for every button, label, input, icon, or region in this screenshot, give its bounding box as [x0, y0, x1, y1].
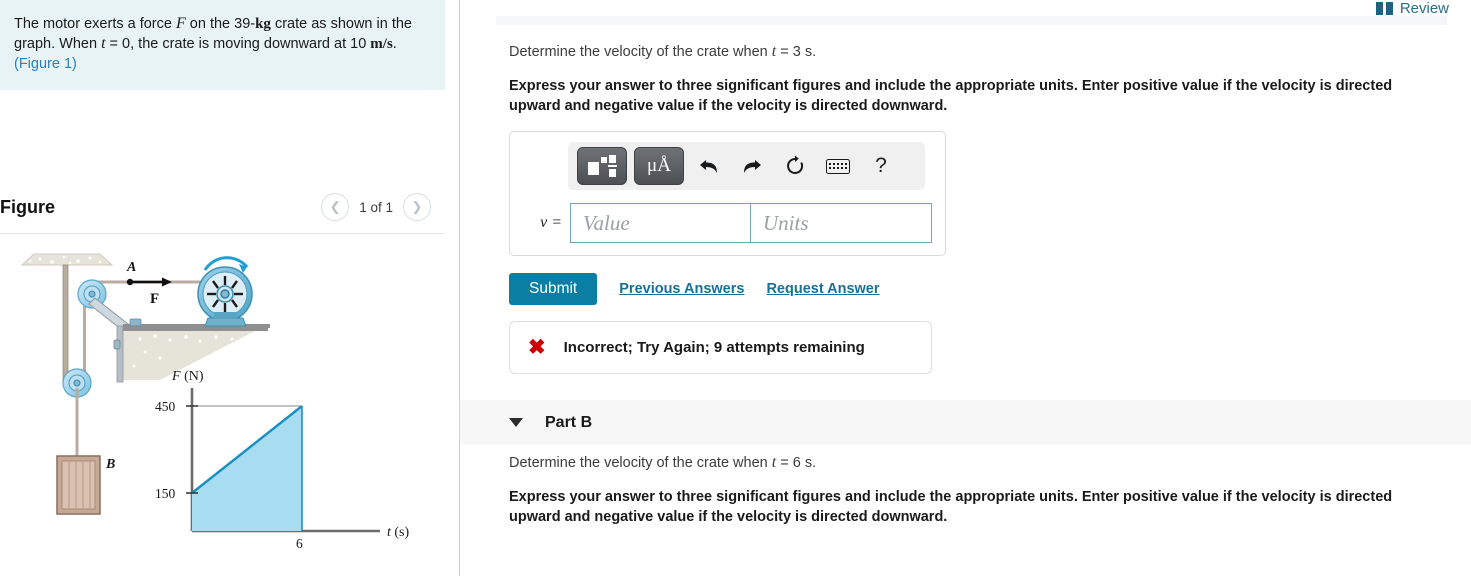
right-panel: Review Determine the velocity of the cra… [460, 0, 1471, 576]
micro-angstrom-units-icon[interactable]: μÅ [634, 147, 684, 185]
part-a-question: Determine the velocity of the crate when… [509, 42, 1447, 62]
problem-text-period: . [392, 36, 397, 52]
chevron-left-icon[interactable]: ❮ [321, 193, 350, 221]
part-b-question: Determine the velocity of the crate when… [509, 453, 1447, 473]
graph-ylabel: F (N) [171, 369, 204, 384]
problem-page: The motor exerts a force F on the 39-kg … [0, 0, 1471, 576]
left-panel: The motor exerts a force F on the 39-kg … [0, 0, 460, 576]
figure-link[interactable]: (Figure 1) [14, 56, 77, 72]
part-a-content: Determine the velocity of the crate when… [460, 34, 1471, 527]
part-b-label: Part B [545, 413, 593, 431]
part-a-header-strip [496, 16, 1447, 25]
submit-button[interactable]: Submit [509, 273, 598, 305]
part-b-instructions: Express your answer to three significant… [509, 489, 1393, 525]
answer-field-row: v = [520, 203, 935, 243]
redo-icon[interactable] [734, 148, 770, 184]
answer-variable-label: v = [540, 214, 562, 231]
figure-title: Figure [0, 196, 56, 217]
figure-navigation: ❮ 1 of 1 ❯ [321, 193, 431, 221]
problem-statement: The motor exerts a force F on the 39-kg … [0, 0, 445, 90]
x-mark-icon: ✖ [528, 336, 546, 359]
units-icon-label: μÅ [647, 155, 671, 176]
math-template-icon[interactable] [577, 147, 627, 185]
figure-counter: 1 of 1 [359, 199, 393, 215]
part-b-header[interactable]: Part B [460, 400, 1471, 445]
part-a-answer-box: μÅ ? v = Value Units [509, 131, 946, 256]
help-icon[interactable]: ? [863, 148, 899, 184]
part-b-question-post: = 6 s. [776, 455, 817, 471]
undo-icon[interactable] [691, 148, 727, 184]
request-answer-link[interactable]: Request Answer [766, 281, 879, 297]
force-label: F [150, 291, 159, 307]
caret-down-icon[interactable] [509, 418, 523, 427]
value-input[interactable] [570, 203, 750, 243]
point-a-label: A [126, 260, 136, 275]
review-label: Review [1399, 0, 1449, 17]
feedback-banner: ✖ Incorrect; Try Again; 9 attempts remai… [509, 321, 932, 374]
reset-icon[interactable] [777, 148, 813, 184]
problem-text-pre: The motor exerts a force [14, 16, 176, 32]
problem-text-mid3: = 0, the crate is moving downward at 10 [105, 36, 371, 52]
answer-toolbar: μÅ ? [568, 142, 925, 190]
part-a-question-post: = 3 s. [776, 44, 817, 60]
feedback-text: Incorrect; Try Again; 9 attempts remaini… [563, 339, 865, 356]
figure-image[interactable]: B A F F (N) 450 150 6 t (s) [0, 240, 445, 576]
graph-ytick-150: 150 [155, 486, 176, 501]
part-b-question-pre: Determine the velocity of the crate when [509, 455, 772, 471]
chevron-right-icon[interactable]: ❯ [403, 193, 431, 221]
book-icon [1375, 2, 1393, 15]
part-a-actions: Submit Previous Answers Request Answer [509, 273, 1447, 305]
keyboard-glyph [826, 158, 850, 174]
part-a-instructions: Express your answer to three significant… [509, 78, 1393, 114]
previous-answers-link[interactable]: Previous Answers [619, 281, 744, 297]
review-link[interactable]: Review [1375, 0, 1449, 17]
graph-xlabel: t (s) [387, 525, 410, 540]
figure-header: Figure ❮ 1 of 1 ❯ [0, 193, 445, 221]
force-symbol: F [175, 15, 186, 32]
mass-unit: kg [255, 16, 271, 32]
speed-unit: m/s [370, 36, 393, 52]
part-a-question-pre: Determine the velocity of the crate when [509, 44, 772, 60]
graph-xtick-6: 6 [296, 536, 303, 551]
force-time-graph: F (N) 450 150 6 t (s) [155, 369, 410, 551]
graph-ytick-450: 450 [155, 399, 176, 414]
figure-divider [0, 233, 445, 234]
crate-label: B [105, 457, 115, 472]
problem-text-mid1: on the 39- [185, 16, 256, 32]
keyboard-icon[interactable] [820, 148, 856, 184]
units-input[interactable] [750, 203, 932, 243]
